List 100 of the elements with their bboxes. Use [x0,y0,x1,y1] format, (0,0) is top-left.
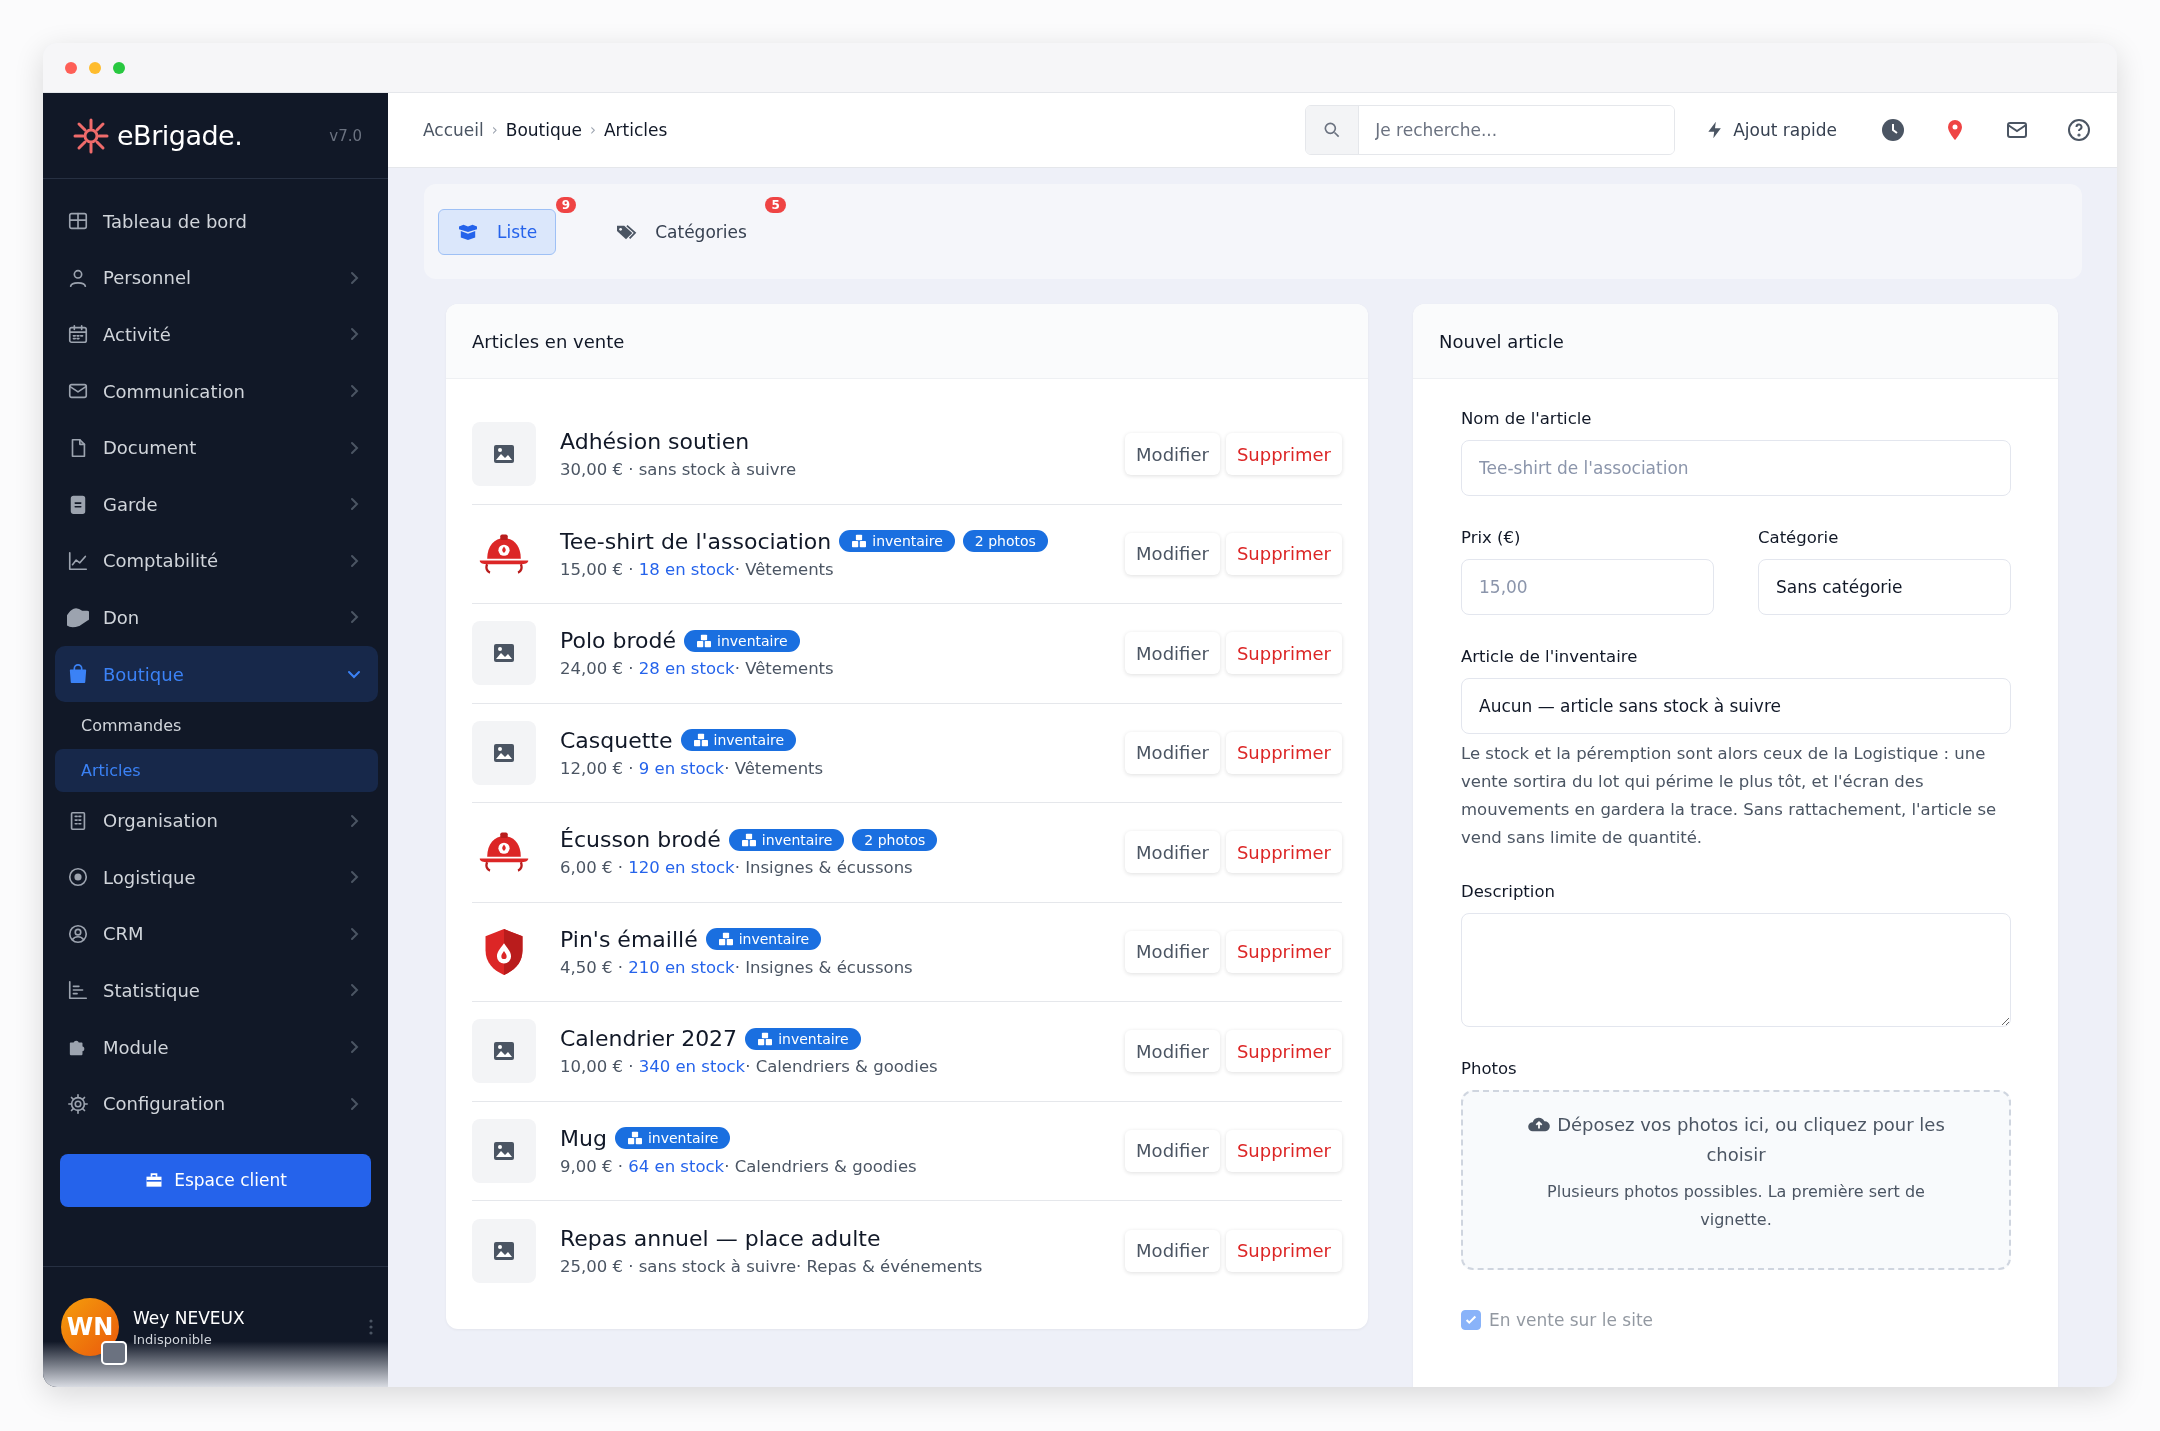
quick-add-button[interactable]: Ajout rapide [1699,118,1843,142]
checkbox[interactable] [1461,1310,1481,1330]
breadcrumb-separator: › [491,121,498,139]
count-badge: 5 [765,196,786,213]
photos-badge: 2 photos [852,828,938,851]
tab[interactable]: Catégories [596,208,766,255]
sidebar-item[interactable]: Tableau de bord [55,193,378,250]
card-title: Articles en vente [472,330,625,352]
sidebar-item[interactable]: Comptabilité [55,532,378,590]
edit-button[interactable]: Modifier [1125,1030,1220,1073]
sidebar-item[interactable]: Garde [55,475,378,533]
more-icon[interactable] [368,1317,374,1337]
clock-icon[interactable] [1881,118,1905,142]
user-name: Wey NEVEUX [133,1307,245,1328]
field-label: Catégorie [1758,528,1840,547]
version-label: v7.0 [329,126,362,145]
inventory-badge: inventaire [684,629,800,652]
breadcrumb-link[interactable]: Boutique [505,120,582,140]
inventory-badge: inventaire [705,928,822,951]
photo-dropzone[interactable]: Déposez vos photos ici, ou cliquez pour les choisir Plusieurs photos possibles. La première sert de vignette. [1461,1090,2011,1270]
dropzone-text: Déposez vos photos ici, ou cliquez pour les choisir [1527,1114,1945,1165]
field-label: Description [1461,882,1556,901]
delete-button[interactable]: Supprimer [1225,532,1342,575]
checkbox-label: En vente sur le site [1489,1310,1654,1330]
checkmark-icon [1464,1313,1478,1327]
user-status: Indisponible [133,1331,213,1347]
sidebar-item[interactable]: Configuration [55,1075,378,1132]
edit-button[interactable]: Modifier [1125,731,1220,774]
close-dot[interactable] [65,61,77,74]
sidebar-item[interactable]: Logistique [55,848,378,906]
inventory-badge: inventaire [745,1027,861,1050]
edit-button[interactable]: Modifier [1125,532,1220,575]
field-label: Photos [1461,1059,1518,1078]
delete-button[interactable]: Supprimer [1225,1229,1342,1272]
bag-icon [67,663,89,686]
delete-button[interactable]: Supprimer [1225,433,1342,476]
sidebar-item[interactable]: Document [55,419,378,476]
item-meta: 15,00 € · 18 en stock· Vêtements [560,559,835,579]
edit-button[interactable]: Modifier [1125,433,1220,476]
inventory-badge: inventaire [614,1127,731,1150]
item-meta: 10,00 € · 340 en stock· Calendriers & goodies [560,1057,939,1077]
delete-button[interactable]: Supprimer [1225,1129,1342,1172]
sidebar-item[interactable]: Communication [55,362,378,420]
zoom-dot[interactable] [113,61,125,74]
price-input[interactable]: 15,00 [1461,559,1714,615]
calendar-icon [67,323,89,346]
field-label: Prix (€) [1461,528,1522,547]
edit-button[interactable]: Modifier [1125,1129,1220,1172]
edit-button[interactable]: Modifier [1125,831,1220,874]
sidebar-item[interactable]: Module [55,1018,378,1076]
edit-button[interactable]: Modifier [1125,1229,1220,1272]
tab[interactable]: Liste [438,208,557,255]
name-input[interactable]: Tee-shirt de l'association [1461,440,2011,496]
delete-button[interactable]: Supprimer [1225,930,1342,973]
item-name: Calendrier 2027 [560,1026,738,1052]
delete-button[interactable]: Supprimer [1225,1030,1342,1073]
help-text: Le stock et la péremption sont alors ceux de la Logistique : une vente sortira du lot qui périme le plus tôt, et l'écran des mouvements en gardera la trace. Sans rattachement, l'article se vend sans limite de quantité. [1461,743,1998,849]
item-meta: 6,00 € · 120 en stock· Insignes & écussons [560,858,914,878]
photos-badge: 2 photos [962,530,1048,553]
sidebar-item[interactable]: Personnel [55,249,378,307]
item-name: Tee-shirt de l'association [560,528,832,554]
edit-button[interactable]: Modifier [1125,632,1220,675]
item-meta: 12,00 € · 9 en stock· Vêtements [560,758,825,778]
inventory-select[interactable]: Aucun — article sans stock à suivre [1461,678,2011,734]
item-meta: 30,00 € · sans stock à suivre [560,460,798,480]
breadcrumb-link[interactable]: Accueil [423,120,484,140]
inventory-badge: inventaire [728,828,845,851]
item-name: Pin's émaillé [560,926,698,952]
sidebar-item[interactable]: Don [55,589,378,646]
item-name: Casquette [560,727,673,753]
gear-icon [67,1092,89,1115]
breadcrumb-separator: › [590,121,596,139]
sidebar-item[interactable]: CRM [55,905,378,963]
sidebar-subitem[interactable]: Articles [55,749,378,793]
item-name: Écusson brodé [560,827,721,853]
breadcrumb-link[interactable]: Articles [604,120,668,140]
sidebar-item[interactable]: Statistique [55,962,378,1019]
delete-button[interactable]: Supprimer [1225,632,1342,675]
item-meta: 4,50 € · 210 en stock· Insignes & écussons [560,957,914,977]
item-name: Mug [560,1125,607,1151]
client-area-button[interactable]: Espace client [60,1153,371,1207]
item-name: Polo brodé [560,628,676,654]
item-name: Repas annuel — place adulte [560,1225,881,1251]
sidebar-subitem[interactable]: Commandes [55,704,378,748]
inventory-badge: inventaire [680,729,797,752]
category-select[interactable]: Sans catégorie [1758,559,2011,615]
card-title: Nouvel article [1439,330,1564,352]
count-badge: 9 [555,196,577,213]
sidebar-item[interactable]: Boutique [55,645,378,703]
minimize-dot[interactable] [89,61,101,74]
item-meta: 25,00 € · sans stock à suivre· Repas & événements [560,1256,984,1276]
sidebar-item[interactable]: Activité [55,306,378,363]
delete-button[interactable]: Supprimer [1225,731,1342,774]
delete-button[interactable]: Supprimer [1225,831,1342,874]
edit-button[interactable]: Modifier [1125,930,1220,973]
target-icon [67,866,89,889]
help-icon[interactable] [2067,118,2091,142]
user-circle-icon [67,922,89,945]
sidebar-item[interactable]: Organisation [55,792,378,849]
tags-icon [615,222,638,241]
